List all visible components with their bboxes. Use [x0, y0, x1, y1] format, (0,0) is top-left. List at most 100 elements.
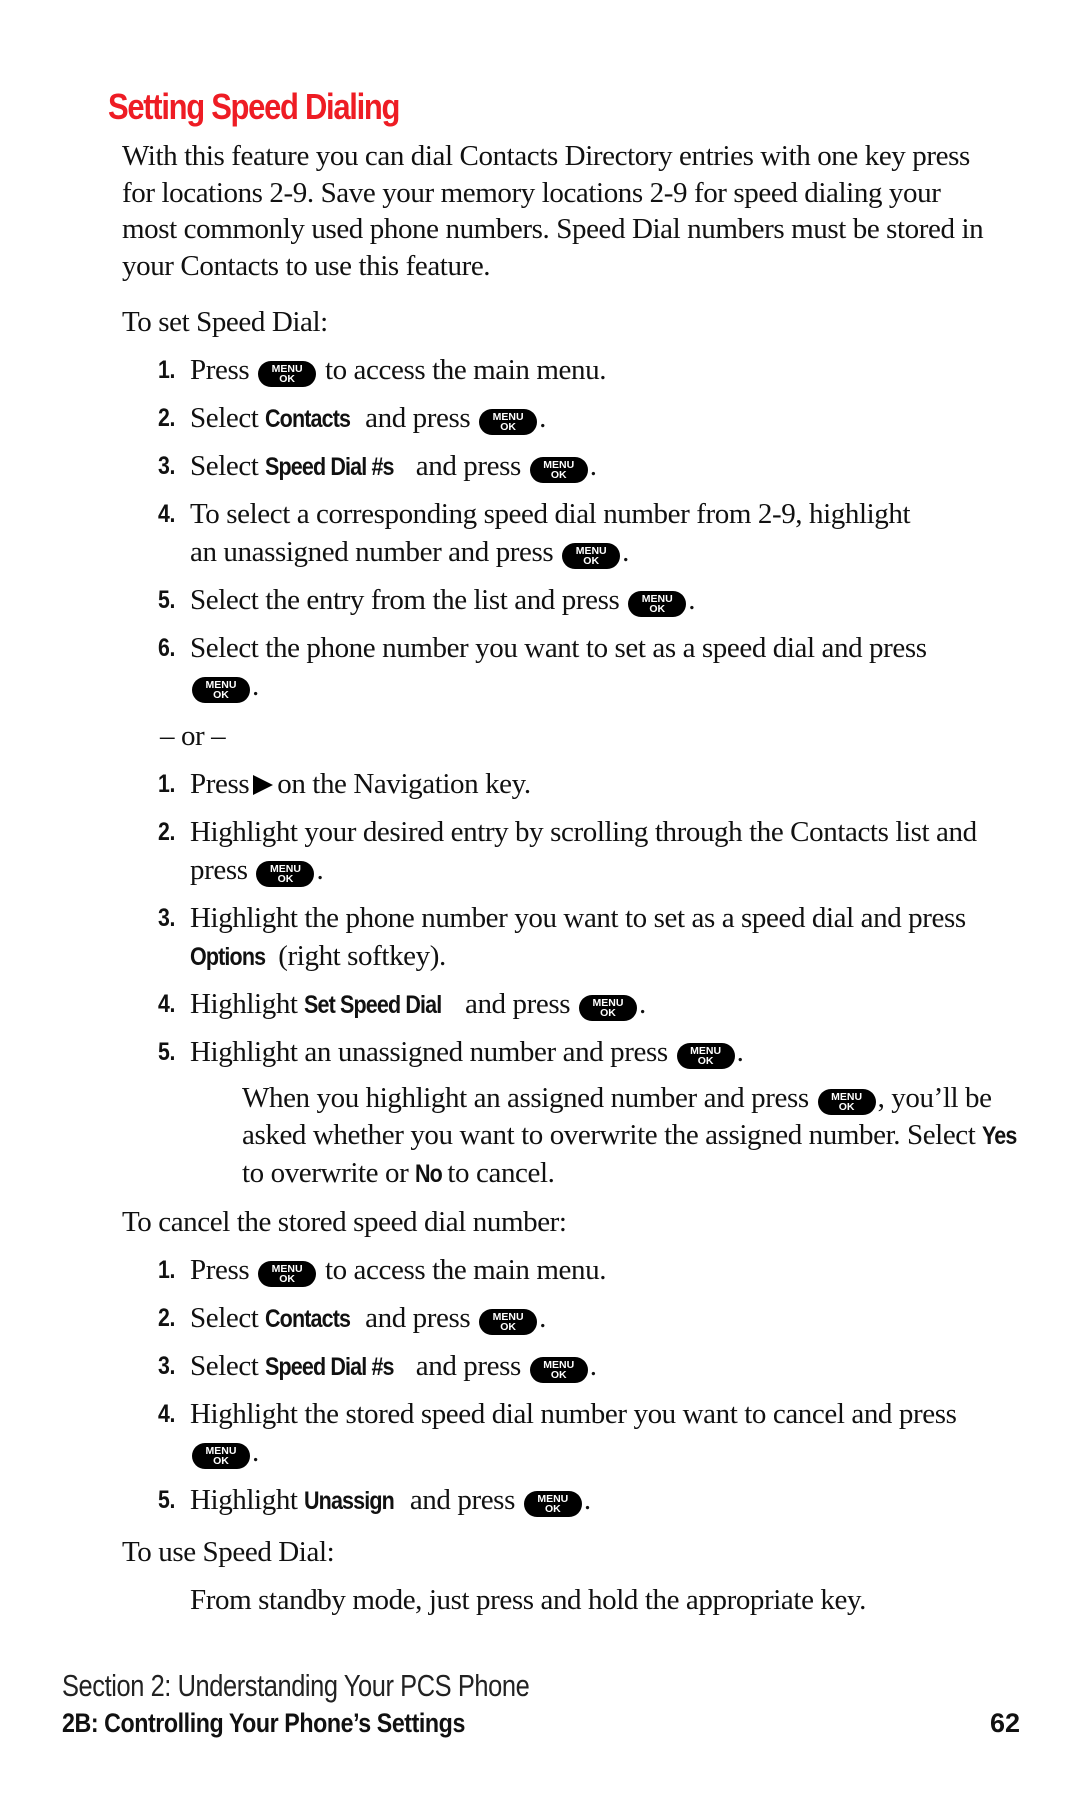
cancel-step-2: 2. Select Contacts and press MENU OK.: [158, 1299, 1018, 1338]
menu-ok-key-icon: MENU OK: [479, 1309, 538, 1335]
step-number: 1.: [158, 1256, 176, 1284]
note-text: When you highlight an assigned number an…: [242, 1082, 809, 1114]
menu-option-set-speed-dial: Set Speed Dial: [304, 991, 442, 1019]
menu-ok-key-icon: MENU OK: [523, 1491, 582, 1517]
step-text: Press: [190, 1254, 250, 1286]
step-text: to access the main menu.: [324, 1254, 607, 1286]
cancel-step-3: 3. Select Speed Dial #s and press MENU OK…: [158, 1347, 1018, 1386]
step-text: .: [252, 670, 259, 702]
set-step-5: 5. Select the entry from the list and pr…: [158, 581, 1018, 619]
step-text: .: [688, 584, 696, 616]
menu-ok-key-icon: MENU OK: [529, 457, 588, 483]
step-number: 2.: [158, 404, 176, 432]
menu-option-unassign: Unassign: [304, 1487, 395, 1515]
cancel-heading: To cancel the stored speed dial number:: [122, 1206, 567, 1238]
alt-step-3: 3. Highlight the phone number you want t…: [158, 899, 998, 976]
step-text: .: [589, 1350, 597, 1382]
menu-ok-key-icon: MENU OK: [192, 677, 250, 703]
step-text: .: [252, 1436, 259, 1468]
option-no: No: [415, 1160, 443, 1188]
step-text: .: [583, 1484, 591, 1516]
step-text: Highlight an unassigned number and press: [190, 1036, 668, 1068]
step-number: 4.: [158, 1400, 176, 1428]
step-text: and press: [464, 988, 571, 1020]
step-text: to access the main menu.: [324, 354, 607, 386]
step-text: on the Navigation key.: [277, 768, 531, 800]
menu-ok-key-icon: MENU OK: [562, 543, 621, 569]
overwrite-note: When you highlight an assigned number an…: [242, 1080, 1022, 1193]
step-number: 4.: [158, 990, 176, 1018]
step-text: and press: [365, 1302, 471, 1334]
menu-option-speed-dial: Speed Dial #s: [265, 1353, 394, 1381]
use-instruction: From standby mode, just press and hold t…: [190, 1584, 867, 1616]
alt-step-1: 1. Press on the Navigation key.: [158, 765, 1018, 803]
set-step-3: 3. Select Speed Dial #s and press MENU OK…: [158, 447, 1018, 486]
or-separator: – or –: [160, 720, 226, 752]
step-text: Highlight: [190, 988, 298, 1020]
cancel-step-4: 4. Highlight the stored speed dial numbe…: [158, 1395, 998, 1471]
step-text: Press: [190, 354, 250, 386]
step-text: and press: [415, 450, 522, 482]
note-text: to overwrite or: [242, 1157, 409, 1189]
step-text: Select: [190, 1302, 259, 1334]
step-text: Highlight: [190, 1484, 298, 1516]
step-number: 1.: [158, 770, 176, 798]
step-number: 1.: [158, 356, 176, 384]
step-text: Highlight the stored speed dial number y…: [190, 1398, 957, 1430]
menu-option-contacts: Contacts: [265, 405, 351, 433]
alt-step-2: 2. Highlight your desired entry by scrol…: [158, 813, 998, 889]
step-number: 3.: [158, 1352, 176, 1380]
set-step-1: 1. Press MENU OK to access the main menu.: [158, 351, 1018, 389]
page-title: Setting Speed Dialing: [108, 86, 400, 127]
step-number: 5.: [158, 1486, 176, 1514]
step-text: Select the phone number you want to set …: [190, 632, 927, 664]
menu-ok-key-icon: MENU OK: [628, 591, 687, 617]
menu-ok-key-icon: MENU OK: [258, 1261, 317, 1287]
step-text: Press: [190, 768, 250, 800]
step-text: .: [316, 854, 324, 886]
use-heading: To use Speed Dial:: [122, 1536, 335, 1568]
step-text: .: [736, 1036, 744, 1068]
step-number: 2.: [158, 1304, 176, 1332]
step-text: Highlight the phone number you want to s…: [190, 902, 966, 934]
menu-option-speed-dial: Speed Dial #s: [265, 453, 394, 481]
step-text: and press: [415, 1350, 522, 1382]
nav-right-arrow-icon: [253, 775, 274, 795]
intro-paragraph: With this feature you can dial Contacts …: [122, 140, 984, 282]
menu-ok-key-icon: MENU OK: [258, 361, 317, 387]
set-heading: To set Speed Dial:: [122, 306, 328, 338]
step-text: Select: [190, 1350, 259, 1382]
step-text: To select a corresponding speed dial num…: [190, 498, 911, 568]
step-text: and press: [365, 402, 471, 434]
menu-ok-key-icon: MENU OK: [529, 1357, 588, 1383]
step-text: Select the entry from the list and press: [190, 584, 620, 616]
step-text: .: [638, 988, 646, 1020]
step-number: 5.: [158, 1038, 176, 1066]
step-text: .: [622, 536, 630, 568]
step-text: and press: [409, 1484, 516, 1516]
menu-ok-key-icon: MENU OK: [817, 1089, 876, 1115]
step-number: 2.: [158, 818, 176, 846]
step-number: 4.: [158, 500, 176, 528]
set-step-6: 6. Select the phone number you want to s…: [158, 629, 978, 705]
step-text: Select: [190, 402, 259, 434]
step-text: .: [589, 450, 597, 482]
step-number: 3.: [158, 904, 176, 932]
alt-step-5: 5. Highlight an unassigned number and pr…: [158, 1033, 1018, 1071]
note-text: to cancel.: [447, 1157, 555, 1189]
step-number: 3.: [158, 452, 176, 480]
menu-ok-key-icon: MENU OK: [192, 1443, 250, 1469]
step-text: (right softkey).: [278, 940, 446, 972]
menu-ok-key-icon: MENU OK: [256, 861, 315, 887]
cancel-step-1: 1. Press MENU OK to access the main menu.: [158, 1251, 1018, 1289]
menu-ok-key-icon: MENU OK: [479, 409, 538, 435]
set-step-2: 2. Select Contacts and press MENU OK.: [158, 399, 1018, 438]
page-number: 62: [989, 1708, 1020, 1738]
set-step-4: 4. To select a corresponding speed dial …: [158, 495, 918, 571]
footer-section-title: Section 2: Understanding Your PCS Phone: [62, 1668, 530, 1703]
step-text: .: [539, 402, 546, 434]
menu-option-contacts: Contacts: [265, 1305, 351, 1333]
softkey-options: Options: [190, 943, 266, 971]
alt-step-4: 4. Highlight Set Speed Dial and press ME…: [158, 985, 1018, 1024]
cancel-step-5: 5. Highlight Unassign and press MENU OK.: [158, 1481, 1018, 1520]
